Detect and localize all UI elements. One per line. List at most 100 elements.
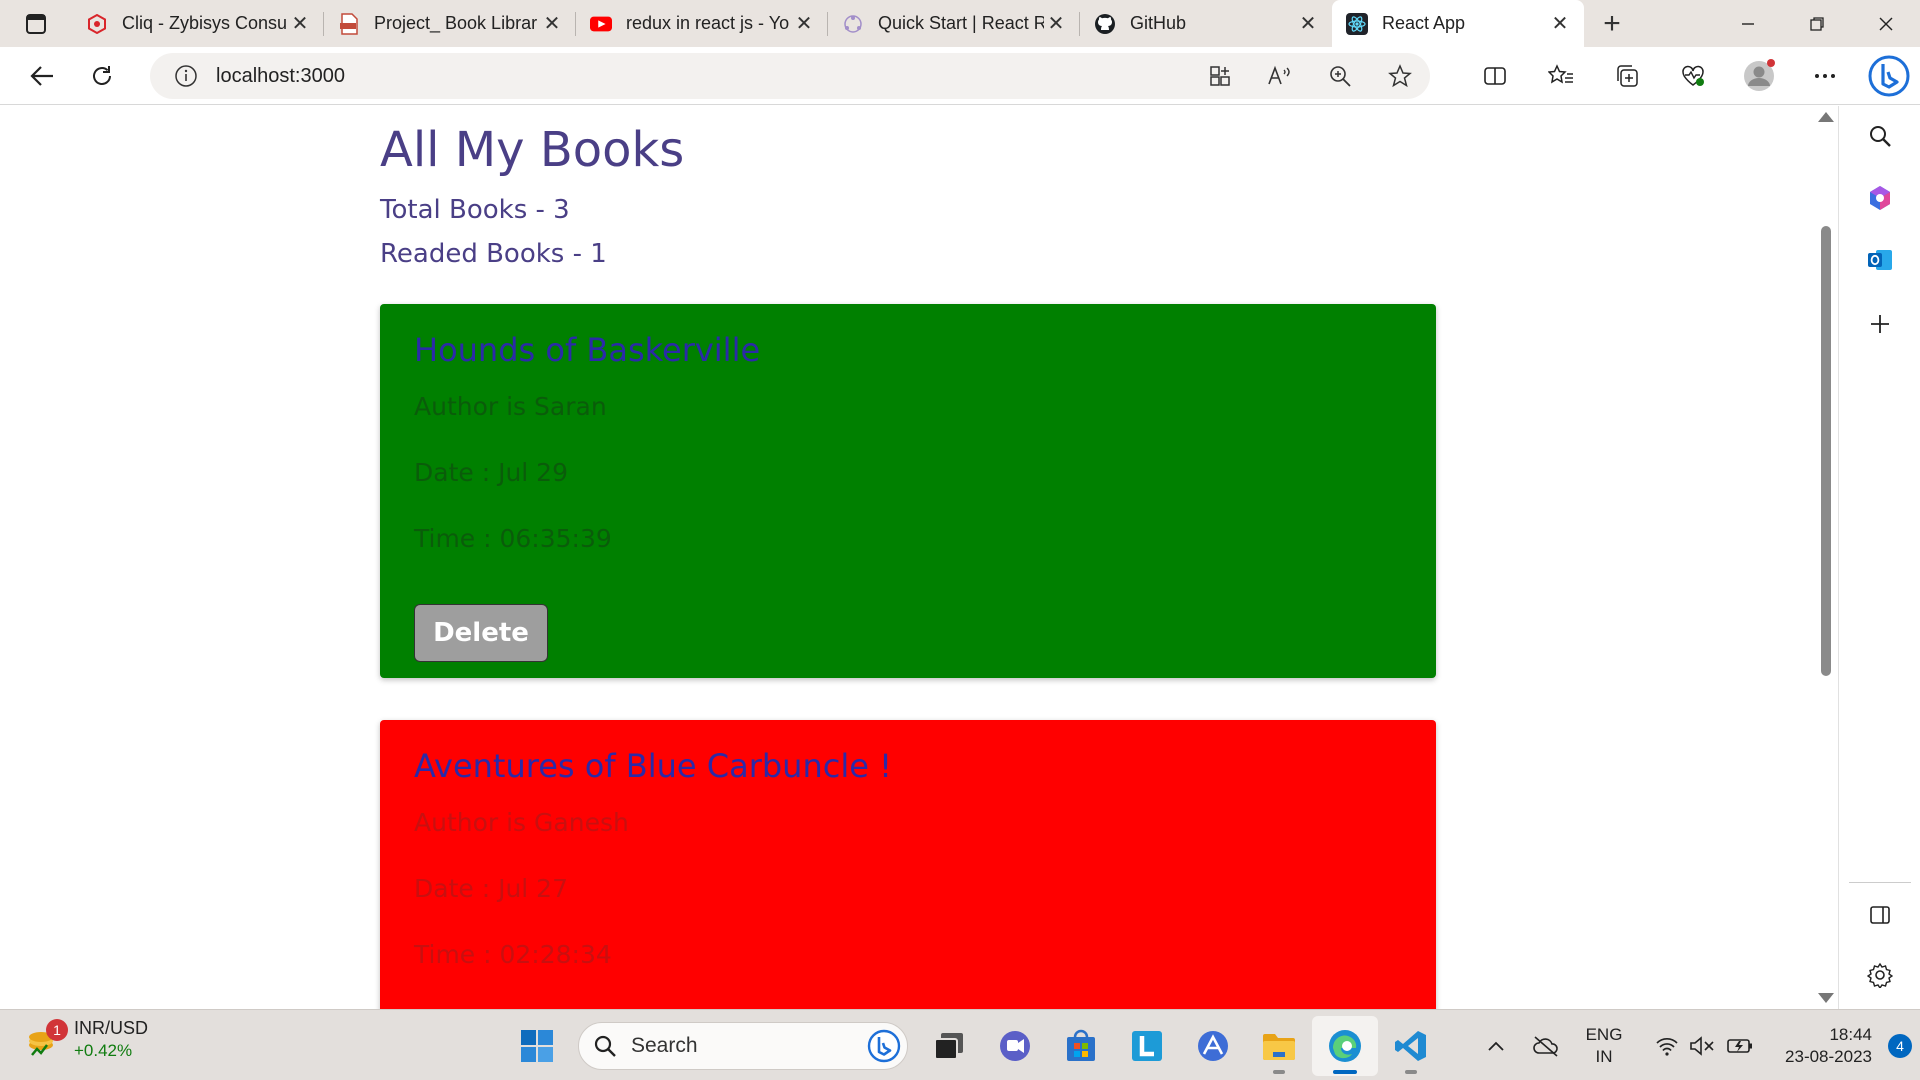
bing-chat-button[interactable] [1858, 52, 1920, 100]
tab-label: Project_ Book Librar [374, 13, 538, 33]
book-card[interactable]: Hounds of Baskerville Author is Saran Da… [380, 304, 1436, 678]
scroll-up-arrow-icon[interactable] [1818, 112, 1834, 122]
collections-button[interactable] [1594, 52, 1660, 100]
tab-github[interactable]: GitHub ✕ [1080, 0, 1332, 47]
volume-mute-icon [1690, 1035, 1714, 1056]
tab-label: Cliq - Zybisys Consu [122, 13, 288, 33]
react-icon [1346, 12, 1368, 35]
sidebar-settings-button[interactable] [1839, 947, 1920, 1003]
task-view-icon [934, 1032, 963, 1060]
sidebar-hide-button[interactable] [1839, 887, 1920, 943]
split-screen-button[interactable] [1462, 52, 1528, 100]
app-available-button[interactable] [1190, 53, 1250, 99]
browser-essentials-button[interactable] [1660, 52, 1726, 100]
widget-badge: 1 [46, 1018, 68, 1041]
triangle-app-button[interactable] [1180, 1016, 1246, 1076]
bing-icon [1868, 55, 1910, 97]
microsoft-store-button[interactable] [1048, 1016, 1114, 1076]
settings-more-button[interactable] [1792, 52, 1858, 100]
sidebar-panel-icon [1870, 906, 1890, 924]
zoom-in-icon [1330, 66, 1351, 87]
new-tab-button[interactable]: + [1584, 0, 1640, 47]
l-app-button[interactable] [1114, 1016, 1180, 1076]
notifications-button[interactable]: 4 [1880, 1016, 1920, 1076]
tab-quick-start-react-redux[interactable]: Quick Start | React R ✕ [828, 0, 1080, 47]
edge-button[interactable] [1312, 1015, 1378, 1076]
book-title: Aventures of Blue Carbuncle ! [414, 747, 892, 785]
back-button[interactable] [12, 52, 72, 100]
site-info-icon[interactable] [174, 64, 198, 88]
l-app-icon [1132, 1030, 1162, 1061]
notification-count-badge: 4 [1888, 1033, 1912, 1058]
profile-button[interactable] [1726, 52, 1792, 100]
back-arrow-icon [30, 65, 53, 86]
refresh-button[interactable] [72, 52, 132, 100]
more-icon [1815, 74, 1835, 78]
youtube-icon [590, 13, 612, 35]
sidebar-outlook-button[interactable] [1839, 232, 1920, 288]
search-placeholder: Search [631, 1033, 698, 1057]
close-window-button[interactable] [1851, 0, 1920, 47]
file-explorer-button[interactable] [1246, 1016, 1312, 1076]
window-controls [1713, 0, 1920, 47]
task-view-button[interactable] [916, 1016, 982, 1076]
teams-chat-icon [1000, 1030, 1030, 1061]
start-button[interactable] [504, 1016, 570, 1076]
widget-change: +0.42% [74, 1041, 133, 1060]
github-icon [1094, 13, 1116, 35]
widgets-button[interactable]: 1 INR/USD +0.42% [26, 1018, 148, 1061]
tab-actions-button[interactable] [0, 0, 72, 47]
close-tab-icon[interactable]: ✕ [1296, 12, 1320, 36]
address-bar[interactable]: localhost:3000 [150, 53, 1430, 99]
battery-button[interactable] [1720, 1016, 1760, 1076]
tab-react-app[interactable]: React App ✕ [1332, 0, 1584, 47]
page-scrollbar[interactable] [1814, 106, 1838, 1009]
tab-youtube-redux[interactable]: redux in react js - Yo ✕ [576, 0, 828, 47]
book-title: Hounds of Baskerville [414, 331, 761, 369]
input-language-button[interactable]: ENG IN [1572, 1016, 1636, 1076]
tab-cliq[interactable]: Cliq - Zybisys Consu ✕ [72, 0, 324, 47]
show-hidden-icons-button[interactable] [1472, 1016, 1520, 1076]
sidebar-search-button[interactable] [1839, 108, 1920, 164]
url-text[interactable]: localhost:3000 [216, 65, 345, 88]
book-card[interactable]: Aventures of Blue Carbuncle ! Author is … [380, 720, 1436, 1009]
pdf-icon [338, 12, 360, 35]
copilot-icon [1870, 186, 1890, 210]
delete-button[interactable]: Delete [414, 604, 548, 662]
restore-button[interactable] [1782, 0, 1851, 47]
favorites-button[interactable] [1528, 52, 1594, 100]
clock-button[interactable]: 18:44 23-08-2023 [1760, 1016, 1880, 1076]
split-screen-icon [1484, 67, 1506, 85]
bing-icon [867, 1029, 901, 1062]
scroll-down-arrow-icon[interactable] [1818, 993, 1834, 1003]
close-tab-icon[interactable]: ✕ [1548, 12, 1572, 36]
taskbar-search[interactable]: Search [578, 1021, 908, 1070]
sidebar-copilot-button[interactable] [1839, 170, 1920, 226]
close-tab-icon[interactable]: ✕ [540, 12, 564, 36]
teams-chat-button[interactable] [982, 1016, 1048, 1076]
read-aloud-button[interactable] [1250, 53, 1310, 99]
close-tab-icon[interactable]: ✕ [288, 12, 312, 36]
currency-widget-icon: 1 [26, 1018, 68, 1057]
scrollbar-thumb[interactable] [1821, 226, 1831, 676]
battery-charging-icon [1727, 1038, 1752, 1053]
chevron-up-icon [1488, 1041, 1504, 1051]
avatar [1744, 59, 1775, 91]
page-title: All My Books [380, 122, 685, 178]
close-tab-icon[interactable]: ✕ [792, 12, 816, 36]
wifi-button[interactable] [1650, 1016, 1684, 1076]
tab-project-book-library[interactable]: Project_ Book Librar ✕ [324, 0, 576, 47]
onedrive-button[interactable] [1520, 1016, 1572, 1076]
vscode-button[interactable] [1378, 1016, 1444, 1076]
running-indicator [1273, 1069, 1285, 1074]
collections-icon [1617, 65, 1638, 87]
language-code: ENG [1585, 1024, 1623, 1044]
running-indicator [1405, 1069, 1417, 1074]
minimize-button[interactable] [1713, 0, 1782, 47]
volume-button[interactable] [1684, 1016, 1720, 1076]
zoom-button[interactable] [1310, 53, 1370, 99]
sidebar-add-button[interactable] [1839, 296, 1920, 352]
gear-icon [1867, 962, 1893, 988]
favorite-button[interactable] [1370, 53, 1430, 99]
close-tab-icon[interactable]: ✕ [1044, 12, 1068, 36]
